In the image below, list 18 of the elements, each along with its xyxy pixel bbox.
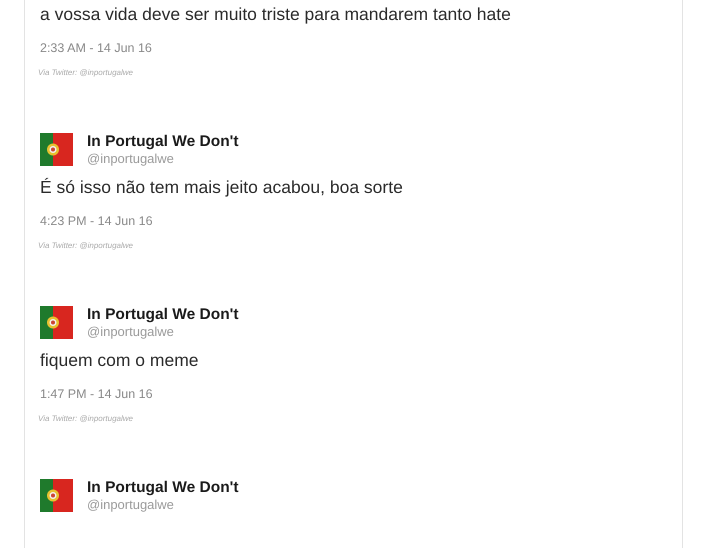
source-credit: Via Twitter: @inportugalwe	[38, 68, 134, 77]
tweet-text: fiquem com o meme	[40, 349, 200, 371]
account-name: In Portugal We Don't	[87, 306, 239, 324]
flag-avatar-icon	[40, 479, 73, 512]
tweet-text: a vossa vida deve ser muito triste para mandarem tanto hate	[40, 3, 512, 25]
source-credit: Via Twitter: @inportugalwe	[38, 241, 134, 250]
tweet-timestamp: 4:23 PM - 14 Jun 16	[40, 214, 154, 228]
flag-avatar-icon	[40, 133, 73, 166]
account-handle: @inportugalwe	[87, 497, 175, 512]
tweet-timestamp: 2:33 AM - 14 Jun 16	[40, 41, 153, 55]
source-credit: Via Twitter: @inportugalwe	[38, 414, 134, 423]
account-handle: @inportugalwe	[87, 324, 175, 339]
account-name: In Portugal We Don't	[87, 479, 239, 497]
account-handle: @inportugalwe	[87, 151, 175, 166]
tweet-text: É só isso não tem mais jeito acabou, boa sorte	[40, 176, 404, 198]
account-name: In Portugal We Don't	[87, 133, 239, 151]
flag-avatar-icon	[40, 306, 73, 339]
tweet-timestamp: 1:47 PM - 14 Jun 16	[40, 387, 154, 401]
